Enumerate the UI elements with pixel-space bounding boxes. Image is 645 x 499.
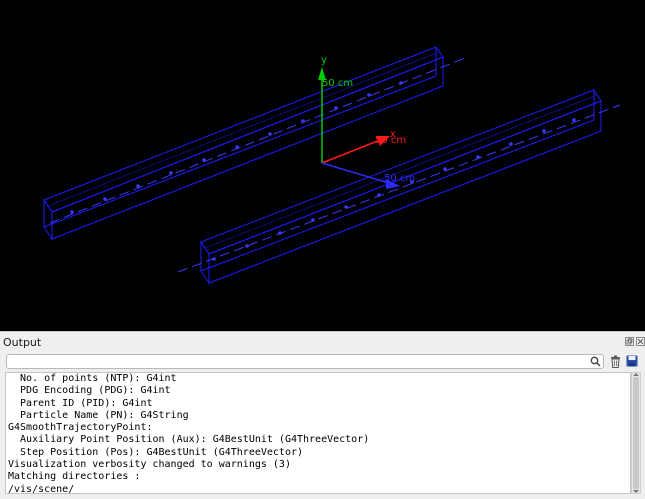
log-line: G4SmoothTrajectoryPoint: — [8, 422, 153, 434]
close-icon[interactable] — [636, 337, 645, 346]
float-window-icon[interactable] — [625, 337, 634, 346]
trajectory-points-upper — [70, 81, 403, 214]
output-panel-title: Output — [3, 336, 42, 349]
output-log-lines: No. of points (NTP): G4int PDG Encoding … — [8, 373, 370, 494]
log-line: /vis/scene/ — [8, 483, 75, 494]
scroll-down-arrow-icon[interactable] — [633, 490, 639, 493]
axis-z-scale-label: 50 cm — [384, 173, 416, 184]
scroll-up-arrow-icon[interactable] — [633, 373, 639, 376]
output-panel-header: Output — [0, 331, 645, 352]
log-line: PDG Encoding (PDG): G4int — [8, 385, 171, 397]
log-line: No. of points (NTP): G4int — [8, 373, 177, 384]
log-line: Particle Name (PN): G4String — [8, 409, 189, 421]
output-search-input[interactable] — [6, 354, 604, 369]
detector-slab-lower — [200, 89, 602, 285]
3d-scene-viewer[interactable]: y 50 cm x 50 cm 50 cm — [0, 0, 645, 331]
log-line: Auxiliary Point Position (Aux): G4BestUn… — [8, 434, 370, 446]
axis-y-scale-label: 50 cm — [322, 78, 354, 89]
trash-icon[interactable] — [610, 355, 621, 368]
log-line: Matching directories : — [8, 471, 141, 483]
output-search-row — [0, 352, 645, 372]
search-icon[interactable] — [590, 356, 601, 367]
log-line: Step Position (Pos): G4BestUnit (G4Three… — [8, 446, 304, 458]
output-log[interactable]: No. of points (NTP): G4int PDG Encoding … — [5, 372, 631, 494]
scroll-thumb[interactable] — [633, 377, 639, 489]
log-line: Visualization verbosity changed to warni… — [8, 459, 291, 471]
axis-x-scale-label: 50 cm — [375, 135, 407, 146]
axis-y-name: y — [321, 55, 327, 66]
trajectory-lower — [177, 104, 621, 273]
log-line: Parent ID (PID): G4int — [8, 397, 153, 409]
save-icon[interactable] — [626, 355, 638, 367]
output-log-scrollbar[interactable] — [631, 372, 641, 494]
scene-canvas — [43, 46, 621, 285]
